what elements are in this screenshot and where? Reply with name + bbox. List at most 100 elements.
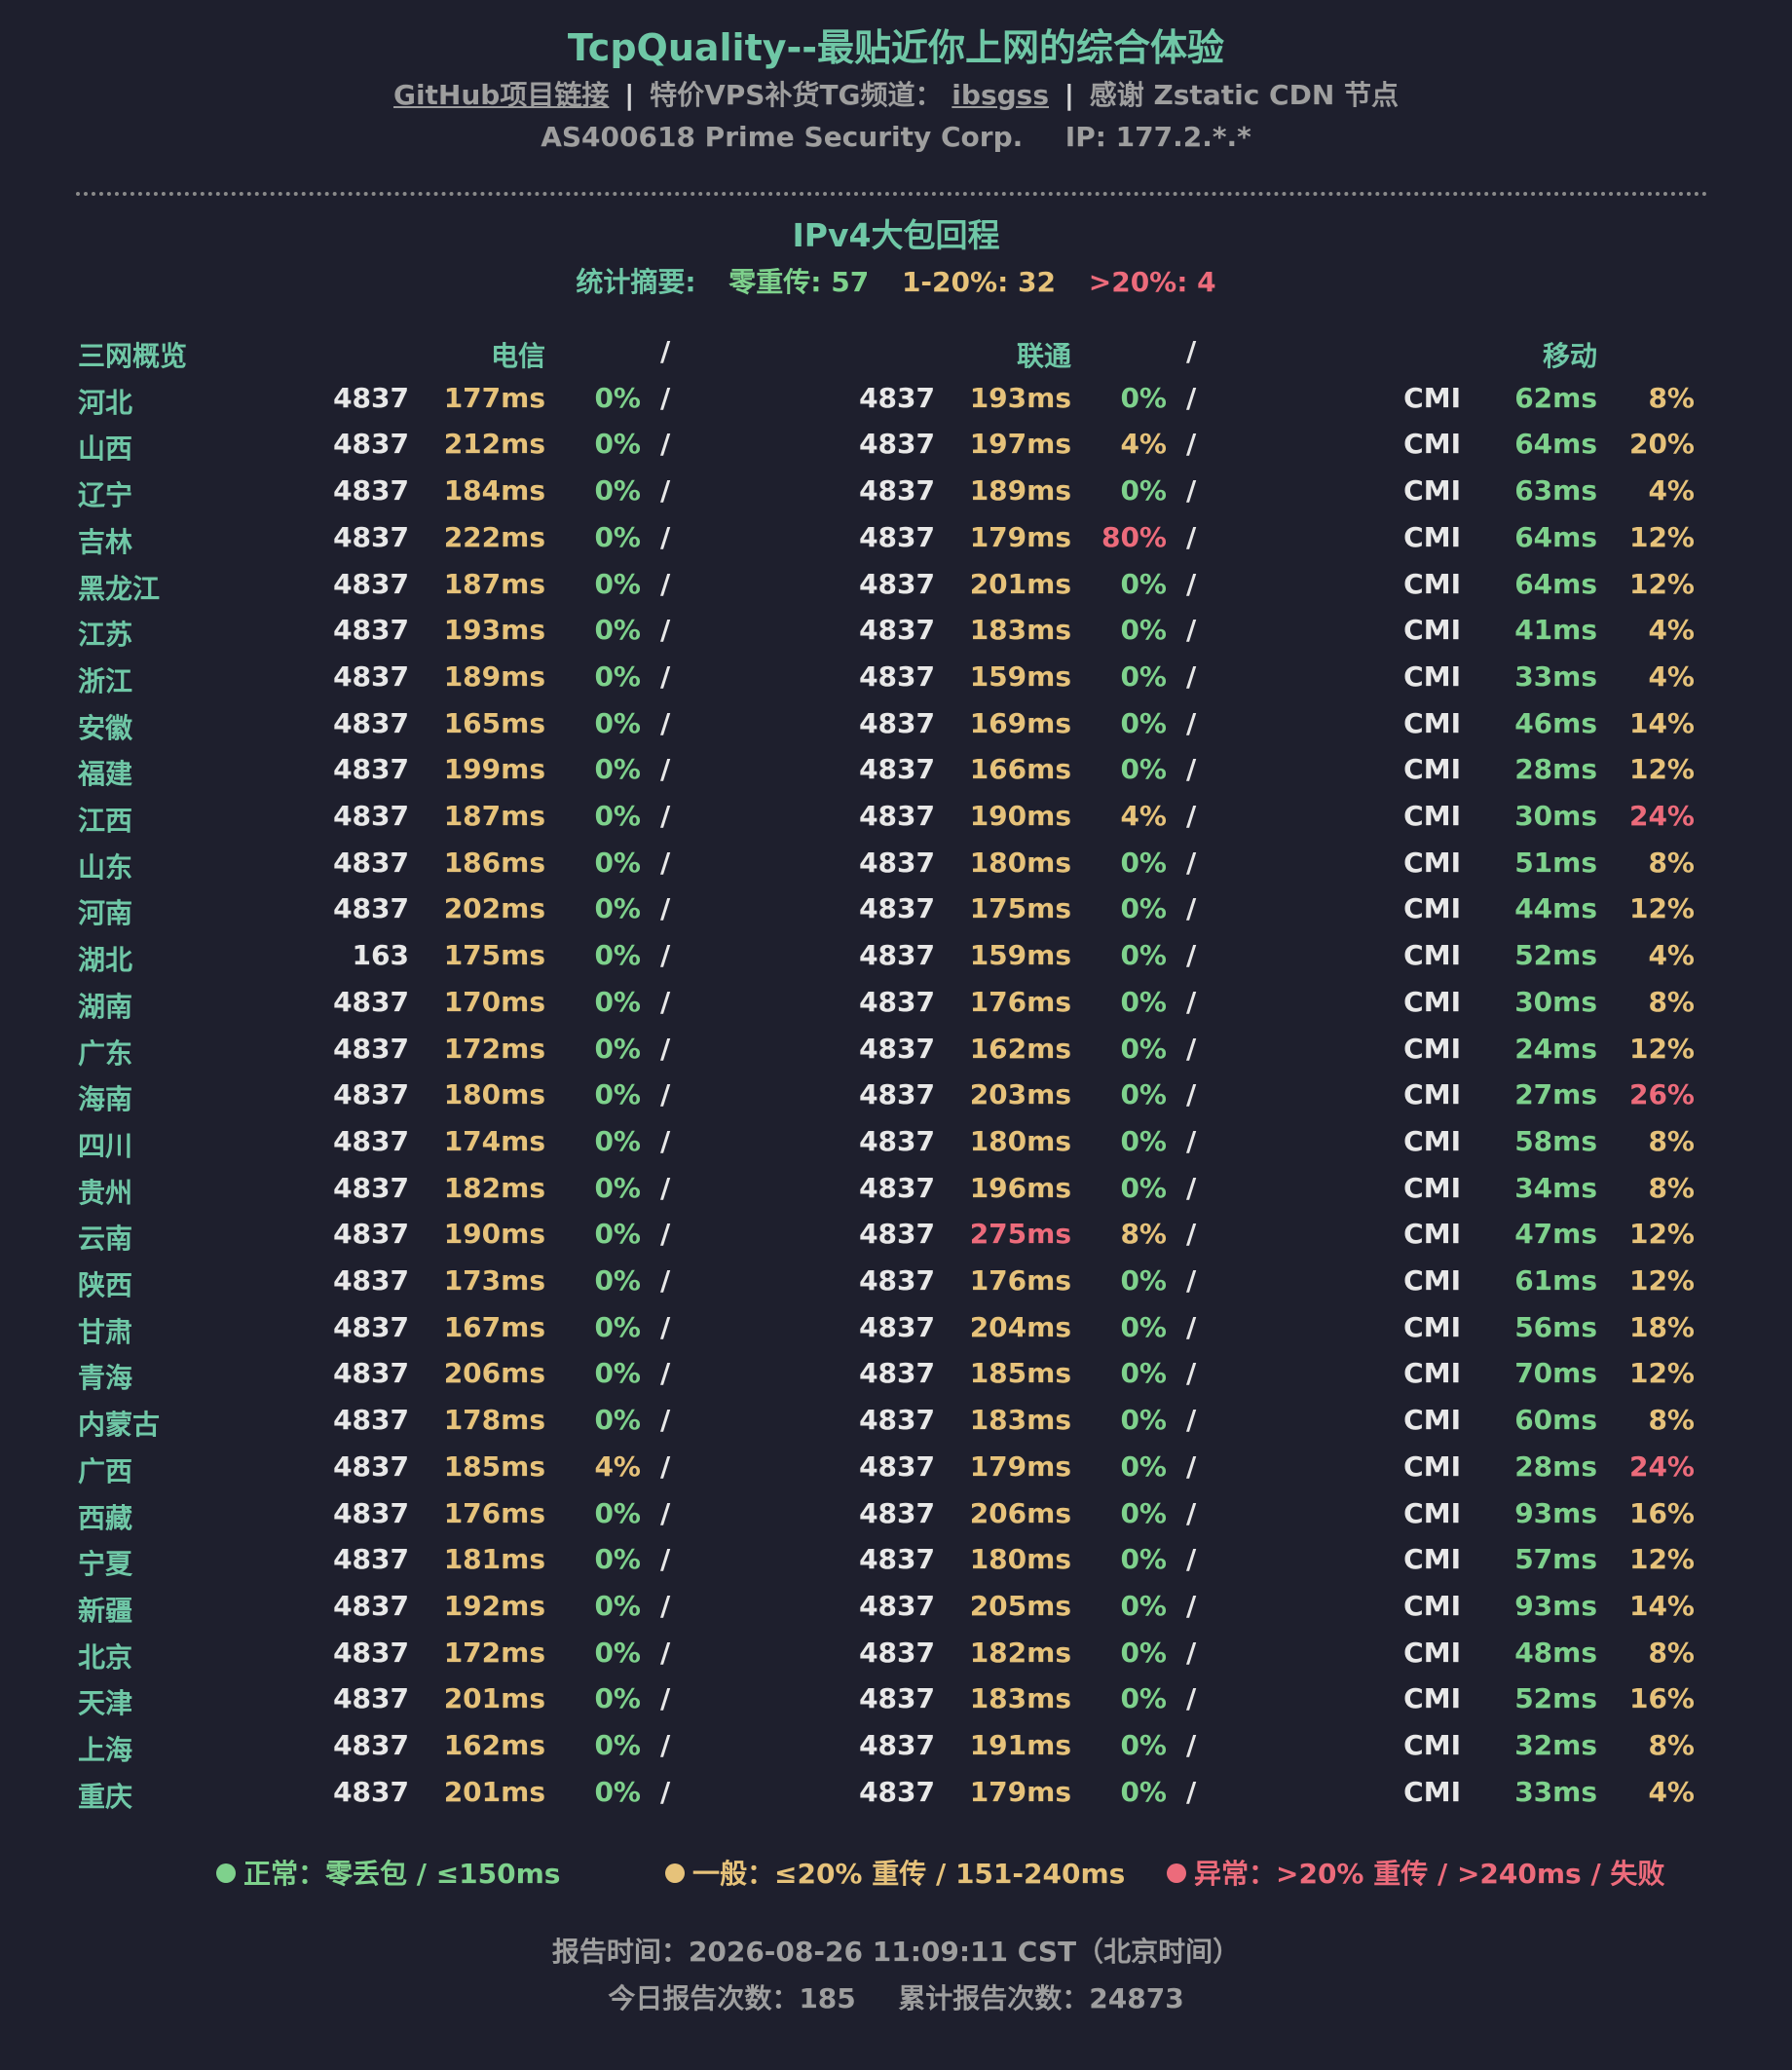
table-row: 广东 4837 172ms 0% / 4837 162ms 0% / CMI 24ms 12%	[0, 1033, 1792, 1072]
telecom-asn: 4837	[333, 800, 409, 832]
column-slash: /	[1186, 1357, 1197, 1390]
summary-mid-retrans: 1-20%: 32	[901, 266, 1056, 298]
mobile-retrans: 12%	[1628, 520, 1695, 553]
mobile-retrans: 8%	[1648, 846, 1695, 879]
table-row: 湖北 163 175ms 0% / 4837 159ms 0% / CMI 52ms 4%	[0, 939, 1792, 978]
column-slash: /	[1186, 614, 1197, 647]
mobile-asn: CMI	[1403, 659, 1461, 693]
column-slash: /	[660, 1775, 671, 1808]
unicom-latency: 175ms	[969, 892, 1071, 925]
mobile-latency: 64ms	[1514, 520, 1597, 553]
telecom-retrans: 0%	[594, 1032, 641, 1065]
github-link[interactable]: GitHub项目链接	[393, 79, 609, 111]
province-name: 湖北	[78, 944, 133, 977]
column-slash: /	[1186, 1449, 1197, 1483]
mobile-asn: CMI	[1403, 706, 1461, 739]
table-row: 吉林 4837 222ms 0% / 4837 179ms 80% / CMI 64ms 12%	[0, 521, 1792, 560]
unicom-asn: 4837	[859, 1543, 935, 1576]
province-name: 海南	[78, 1083, 133, 1116]
column-slash: /	[660, 1636, 671, 1669]
unicom-asn: 4837	[859, 753, 935, 786]
summary-high-retrans: >20%: 4	[1088, 266, 1216, 298]
column-slash: /	[660, 706, 671, 739]
mobile-latency: 24ms	[1514, 1032, 1597, 1065]
mobile-retrans: 8%	[1648, 1404, 1695, 1437]
province-name: 陕西	[78, 1269, 133, 1301]
unicom-retrans: 0%	[1120, 753, 1167, 786]
unicom-asn: 4837	[859, 1775, 935, 1808]
column-slash: /	[660, 520, 671, 553]
mobile-latency: 47ms	[1514, 1218, 1597, 1251]
mobile-retrans: 24%	[1628, 800, 1695, 832]
telecom-retrans: 0%	[594, 1404, 641, 1437]
telecom-asn: 4837	[333, 474, 409, 508]
header-links: GitHub项目链接 | 特价VPS补货TG频道： ibsgss | 感谢 Zs…	[0, 74, 1792, 113]
unicom-latency: 179ms	[969, 520, 1071, 553]
telecom-latency: 222ms	[443, 520, 545, 553]
province-name: 吉林	[78, 525, 133, 558]
cdn-thanks: 感谢 Zstatic CDN 节点	[1089, 79, 1400, 111]
unicom-retrans: 4%	[1120, 428, 1167, 461]
telecom-latency: 201ms	[443, 1775, 545, 1808]
column-slash: /	[660, 1589, 671, 1622]
unicom-latency: 182ms	[969, 1636, 1071, 1669]
mobile-latency: 64ms	[1514, 567, 1597, 600]
province-name: 云南	[78, 1223, 133, 1256]
telecom-retrans: 0%	[594, 846, 641, 879]
province-name: 贵州	[78, 1176, 133, 1209]
telecom-asn: 4837	[333, 520, 409, 553]
green-dot-icon	[216, 1863, 236, 1883]
table-row: 安徽 4837 165ms 0% / 4837 169ms 0% / CMI 46ms 14%	[0, 707, 1792, 746]
telecom-asn: 4837	[333, 567, 409, 600]
province-name: 重庆	[78, 1780, 133, 1813]
tg-channel-link[interactable]: ibsgss	[952, 79, 1049, 111]
legend-bad-label: 异常：>20% 重传 / >240ms / 失败	[1194, 1858, 1665, 1890]
mobile-asn: CMI	[1403, 800, 1461, 832]
province-name: 广东	[78, 1036, 133, 1070]
table-row: 辽宁 4837 184ms 0% / 4837 189ms 0% / CMI 63ms 4%	[0, 474, 1792, 513]
mobile-retrans: 12%	[1628, 1218, 1695, 1251]
asn-ip-line: AS400618 Prime Security Corp. IP: 177.2.…	[0, 121, 1792, 153]
province-name: 甘肃	[78, 1315, 133, 1348]
mobile-asn: CMI	[1403, 1636, 1461, 1669]
column-slash: /	[660, 1032, 671, 1065]
unicom-latency: 204ms	[969, 1310, 1071, 1343]
mobile-retrans: 12%	[1628, 567, 1695, 600]
unicom-latency: 201ms	[969, 567, 1071, 600]
telecom-latency: 201ms	[443, 1682, 545, 1715]
table-row: 新疆 4837 192ms 0% / 4837 205ms 0% / CMI 93ms 14%	[0, 1590, 1792, 1629]
province-name: 浙江	[78, 664, 133, 697]
column-slash: /	[660, 1682, 671, 1715]
table-row: 重庆 4837 201ms 0% / 4837 179ms 0% / CMI 33ms 4%	[0, 1776, 1792, 1815]
table-row: 贵州 4837 182ms 0% / 4837 196ms 0% / CMI 34ms 8%	[0, 1172, 1792, 1211]
mobile-retrans: 8%	[1648, 985, 1695, 1018]
telecom-latency: 172ms	[443, 1032, 545, 1065]
mobile-retrans: 8%	[1648, 1729, 1695, 1761]
mobile-retrans: 12%	[1628, 1357, 1695, 1390]
mobile-retrans: 4%	[1648, 1775, 1695, 1808]
legend: 正常：零丢包 / ≤150ms 一般：≤20% 重传 / 151-240ms 异…	[0, 1853, 1792, 1892]
column-slash: /	[1186, 1264, 1197, 1297]
unicom-retrans: 0%	[1120, 567, 1167, 600]
unicom-asn: 4837	[859, 1682, 935, 1715]
telecom-retrans: 0%	[594, 706, 641, 739]
table-row: 上海 4837 162ms 0% / 4837 191ms 0% / CMI 32ms 8%	[0, 1729, 1792, 1768]
unicom-asn: 4837	[859, 1310, 935, 1343]
province-name: 黑龙江	[78, 572, 161, 605]
unicom-asn: 4837	[859, 1032, 935, 1065]
mobile-retrans: 8%	[1648, 1124, 1695, 1157]
mobile-retrans: 4%	[1648, 474, 1695, 508]
province-name: 湖南	[78, 990, 133, 1023]
separator: |	[1064, 79, 1074, 111]
total-report-count: 累计报告次数：24873	[898, 1982, 1184, 2014]
separator: |	[624, 79, 635, 111]
mobile-asn: CMI	[1403, 1543, 1461, 1576]
unicom-asn: 4837	[859, 939, 935, 972]
telecom-retrans: 0%	[594, 753, 641, 786]
unicom-latency: 193ms	[969, 381, 1071, 414]
unicom-latency: 275ms	[969, 1218, 1071, 1251]
column-slash: /	[1186, 1218, 1197, 1251]
unicom-latency: 185ms	[969, 1357, 1071, 1390]
unicom-latency: 176ms	[969, 985, 1071, 1018]
unicom-retrans: 0%	[1120, 381, 1167, 414]
